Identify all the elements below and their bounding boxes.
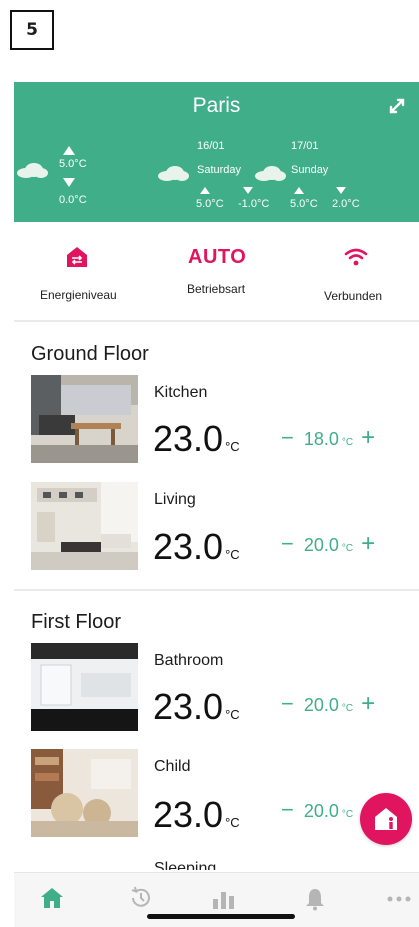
room-current-temp: 23.0 °C <box>153 794 240 835</box>
home-icon[interactable] <box>40 887 64 909</box>
forecast-date: 17/01 <box>291 140 319 152</box>
living-photo[interactable] <box>31 482 138 570</box>
operating-mode-label: Betriebsart <box>187 282 246 296</box>
max-temp-icon <box>200 187 210 194</box>
energy-house-icon <box>67 247 87 267</box>
bathroom-photo[interactable] <box>31 643 138 731</box>
room-current-temp: 23.0 °C <box>153 526 240 567</box>
history-icon[interactable] <box>128 885 154 911</box>
operating-mode-value: AUTO <box>188 246 247 268</box>
setpoint-control: −20.0 °C + <box>281 530 376 557</box>
decrease-button[interactable]: − <box>281 797 294 822</box>
decrease-button[interactable]: − <box>281 531 294 556</box>
room-current-temp: 23.0 °C <box>153 418 240 459</box>
setpoint-control: −18.0 °C + <box>281 424 376 451</box>
setpoint-control: −20.0 °C <box>281 797 354 822</box>
min-temp-icon <box>336 187 346 194</box>
today-min-temp: 0.0°C <box>59 194 87 206</box>
setpoint-value: 20.0 <box>303 535 339 555</box>
forecast-min-temp: -1.0°C <box>238 198 270 210</box>
increase-button[interactable]: + <box>361 424 375 451</box>
weather-panel: Paris 5.0°C 0.0°C 16/01 Saturday 5.0°C -… <box>14 82 419 222</box>
house-info-button[interactable] <box>360 793 412 845</box>
forecast-day: Sunday <box>291 164 329 176</box>
room-name: Bathroom <box>154 652 224 669</box>
swap-arrows-icon[interactable] <box>387 96 407 116</box>
increase-button[interactable]: + <box>361 690 375 717</box>
decrease-button[interactable]: − <box>281 425 294 450</box>
min-temp-icon <box>243 187 253 194</box>
child-room-photo[interactable] <box>31 749 138 837</box>
connection-status[interactable]: Verbunden <box>314 240 414 310</box>
cloud-icon <box>255 166 286 181</box>
max-temp-icon <box>294 187 304 194</box>
status-row: Energieniveau AUTO Betriebsart Verbunden <box>14 240 419 316</box>
forecast-day: Saturday <box>197 164 242 176</box>
max-temp-icon <box>63 146 75 155</box>
room-name: Kitchen <box>154 384 208 401</box>
more-icon[interactable] <box>386 895 412 903</box>
room-name: Living <box>154 491 196 508</box>
room-name: Child <box>154 758 191 775</box>
setpoint-control: −20.0 °C + <box>281 690 376 717</box>
statistics-icon[interactable] <box>211 887 241 909</box>
room-current-temp: 23.0 °C <box>153 686 240 727</box>
house-info-icon <box>375 808 397 830</box>
notifications-icon[interactable] <box>304 887 326 911</box>
energy-level-label: Energieniveau <box>40 288 117 302</box>
floor-title: First Floor <box>31 611 121 633</box>
forecast-max-temp: 5.0°C <box>290 198 318 210</box>
operating-mode-button[interactable]: AUTO Betriebsart <box>174 240 274 310</box>
divider <box>14 589 419 591</box>
divider <box>14 320 419 322</box>
energy-level-button[interactable]: Energieniveau <box>14 240 134 310</box>
step-badge: 5 <box>10 10 54 50</box>
connection-label: Verbunden <box>324 289 383 303</box>
setpoint-value: 18.0 <box>303 429 339 449</box>
home-indicator[interactable] <box>147 914 295 919</box>
setpoint-value: 20.0 <box>303 695 339 715</box>
forecast-min-temp: 2.0°C <box>332 198 360 210</box>
forecast-date: 16/01 <box>197 140 225 152</box>
room-name: Sleeping <box>154 860 217 870</box>
decrease-button[interactable]: − <box>281 691 294 716</box>
cloud-icon <box>17 163 48 178</box>
setpoint-value: 20.0 <box>303 801 339 821</box>
min-temp-icon <box>63 178 75 187</box>
increase-button[interactable]: + <box>361 530 375 557</box>
forecast-max-temp: 5.0°C <box>196 198 224 210</box>
today-max-temp: 5.0°C <box>59 158 87 170</box>
kitchen-photo[interactable] <box>31 375 138 463</box>
cloud-icon <box>158 166 189 181</box>
wifi-icon <box>344 248 368 266</box>
floor-title: Ground Floor <box>31 343 149 365</box>
weather-city: Paris <box>192 94 241 117</box>
